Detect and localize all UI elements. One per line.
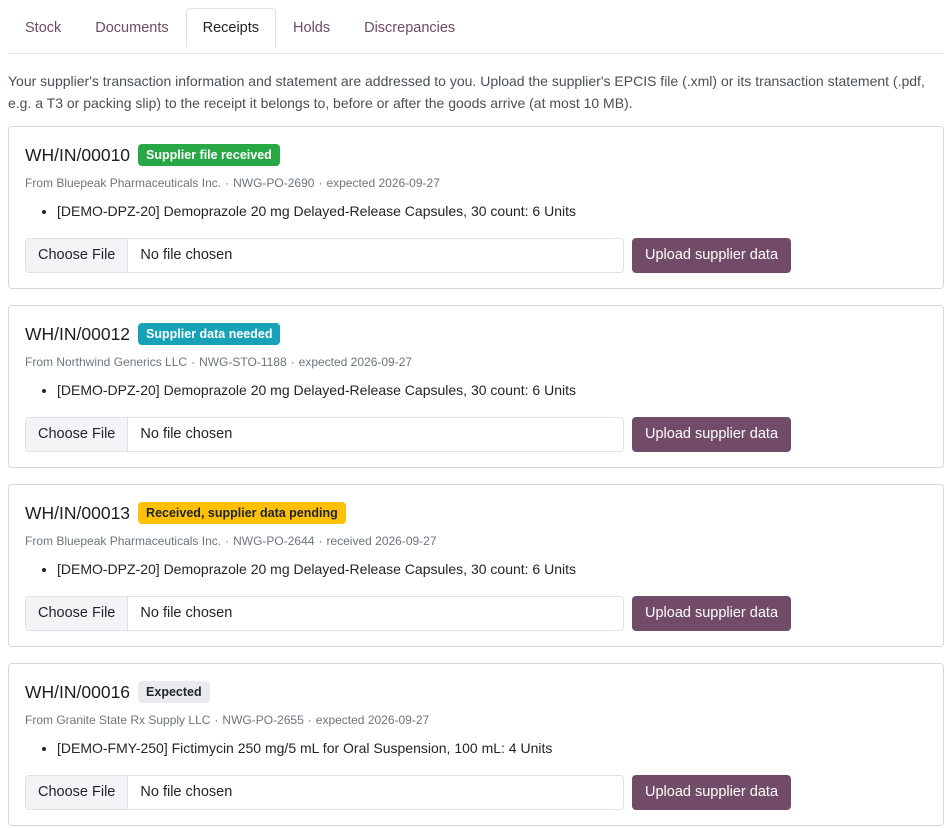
receipt-card: WH/IN/00010 Supplier file received From … [8, 126, 944, 289]
file-name-label: No file chosen [140, 246, 233, 263]
receipt-header: WH/IN/00012 Supplier data needed [25, 322, 927, 346]
receipt-date: received 2026-09-27 [326, 534, 437, 548]
tab-bar: Stock Documents Receipts Holds Discrepan… [8, 8, 944, 54]
page: Stock Documents Receipts Holds Discrepan… [0, 8, 952, 828]
file-input[interactable]: Choose File No file chosen [25, 595, 624, 631]
tab-documents[interactable]: Documents [78, 8, 185, 46]
line-list: [DEMO-DPZ-20] Demoprazole 20 mg Delayed-… [25, 559, 927, 579]
file-name-label: No file chosen [140, 425, 233, 442]
tab-stock[interactable]: Stock [8, 8, 78, 46]
supplier-name: From Granite State Rx Supply LLC [25, 713, 211, 727]
line-list: [DEMO-FMY-250] Fictimycin 250 mg/5 mL fo… [25, 738, 927, 758]
po-number: NWG-PO-2690 [233, 176, 315, 190]
choose-file-button[interactable]: Choose File [26, 596, 129, 630]
upload-supplier-data-button[interactable]: Upload supplier data [632, 237, 792, 273]
tab-discrepancies[interactable]: Discrepancies [347, 8, 472, 46]
file-input[interactable]: Choose File No file chosen [25, 774, 624, 810]
list-item: [DEMO-DPZ-20] Demoprazole 20 mg Delayed-… [57, 201, 927, 221]
status-badge: Received, supplier data pending [138, 502, 346, 524]
choose-file-button[interactable]: Choose File [26, 238, 129, 272]
upload-supplier-data-button[interactable]: Upload supplier data [632, 774, 792, 810]
po-number: NWG-STO-1188 [199, 355, 287, 369]
upload-row: Choose File No file chosen Upload suppli… [25, 595, 927, 631]
tab-holds[interactable]: Holds [276, 8, 347, 46]
choose-file-button[interactable]: Choose File [26, 775, 129, 809]
line-list: [DEMO-DPZ-20] Demoprazole 20 mg Delayed-… [25, 380, 927, 400]
receipt-header: WH/IN/00013 Received, supplier data pend… [25, 501, 927, 525]
receipt-reference: WH/IN/00016 [25, 681, 131, 702]
receipt-date: expected 2026-09-27 [298, 355, 413, 369]
receipt-meta: From Granite State Rx Supply LLC · NWG-PO-… [25, 713, 430, 727]
po-number: NWG-PO-2644 [233, 534, 315, 548]
file-input[interactable]: Choose File No file chosen [25, 237, 624, 273]
receipt-reference: WH/IN/00012 [25, 323, 131, 344]
receipt-header: WH/IN/00010 Supplier file received [25, 143, 927, 167]
supplier-name: From Northwind Generics LLC [25, 355, 188, 369]
receipt-meta: From Northwind Generics LLC · NWG-STO-1188… [25, 355, 413, 369]
receipt-list: WH/IN/00010 Supplier file received From … [8, 126, 944, 826]
receipt-meta: From Bluepeak Pharmaceuticals Inc. · NWG-P… [25, 534, 437, 548]
receipt-card: WH/IN/00012 Supplier data needed From No… [8, 305, 944, 468]
file-input[interactable]: Choose File No file chosen [25, 416, 624, 452]
supplier-name: From Bluepeak Pharmaceuticals Inc. [25, 176, 222, 190]
tab-receipts[interactable]: Receipts [185, 8, 277, 47]
file-name-label: No file chosen [140, 604, 233, 621]
upload-supplier-data-button[interactable]: Upload supplier data [632, 416, 792, 452]
receipt-reference: WH/IN/00013 [25, 502, 131, 523]
line-list: [DEMO-DPZ-20] Demoprazole 20 mg Delayed-… [25, 201, 927, 221]
list-item: [DEMO-FMY-250] Fictimycin 250 mg/5 mL fo… [57, 738, 927, 758]
receipt-card: WH/IN/00013 Received, supplier data pend… [8, 484, 944, 647]
list-item: [DEMO-DPZ-20] Demoprazole 20 mg Delayed-… [57, 559, 927, 579]
status-badge: Supplier file received [138, 144, 280, 166]
upload-row: Choose File No file chosen Upload suppli… [25, 237, 927, 273]
receipt-reference: WH/IN/00010 [25, 144, 131, 165]
status-badge: Supplier data needed [138, 323, 281, 345]
po-number: NWG-PO-2655 [222, 713, 304, 727]
receipt-meta: From Bluepeak Pharmaceuticals Inc. · NWG-P… [25, 176, 440, 190]
receipt-card: WH/IN/00016 Expected From Granite State … [8, 663, 944, 826]
supplier-name: From Bluepeak Pharmaceuticals Inc. [25, 534, 222, 548]
upload-row: Choose File No file chosen Upload suppli… [25, 774, 927, 810]
upload-supplier-data-button[interactable]: Upload supplier data [632, 595, 792, 631]
status-badge: Expected [138, 681, 210, 703]
file-name-label: No file chosen [140, 783, 233, 800]
intro-text: Your supplier's transaction information … [8, 73, 925, 111]
list-item: [DEMO-DPZ-20] Demoprazole 20 mg Delayed-… [57, 380, 927, 400]
receipt-header: WH/IN/00016 Expected [25, 680, 927, 704]
receipt-date: expected 2026-09-27 [326, 176, 440, 190]
choose-file-button[interactable]: Choose File [26, 417, 129, 451]
receipt-date: expected 2026-09-27 [315, 713, 430, 727]
upload-row: Choose File No file chosen Upload suppli… [25, 416, 927, 452]
